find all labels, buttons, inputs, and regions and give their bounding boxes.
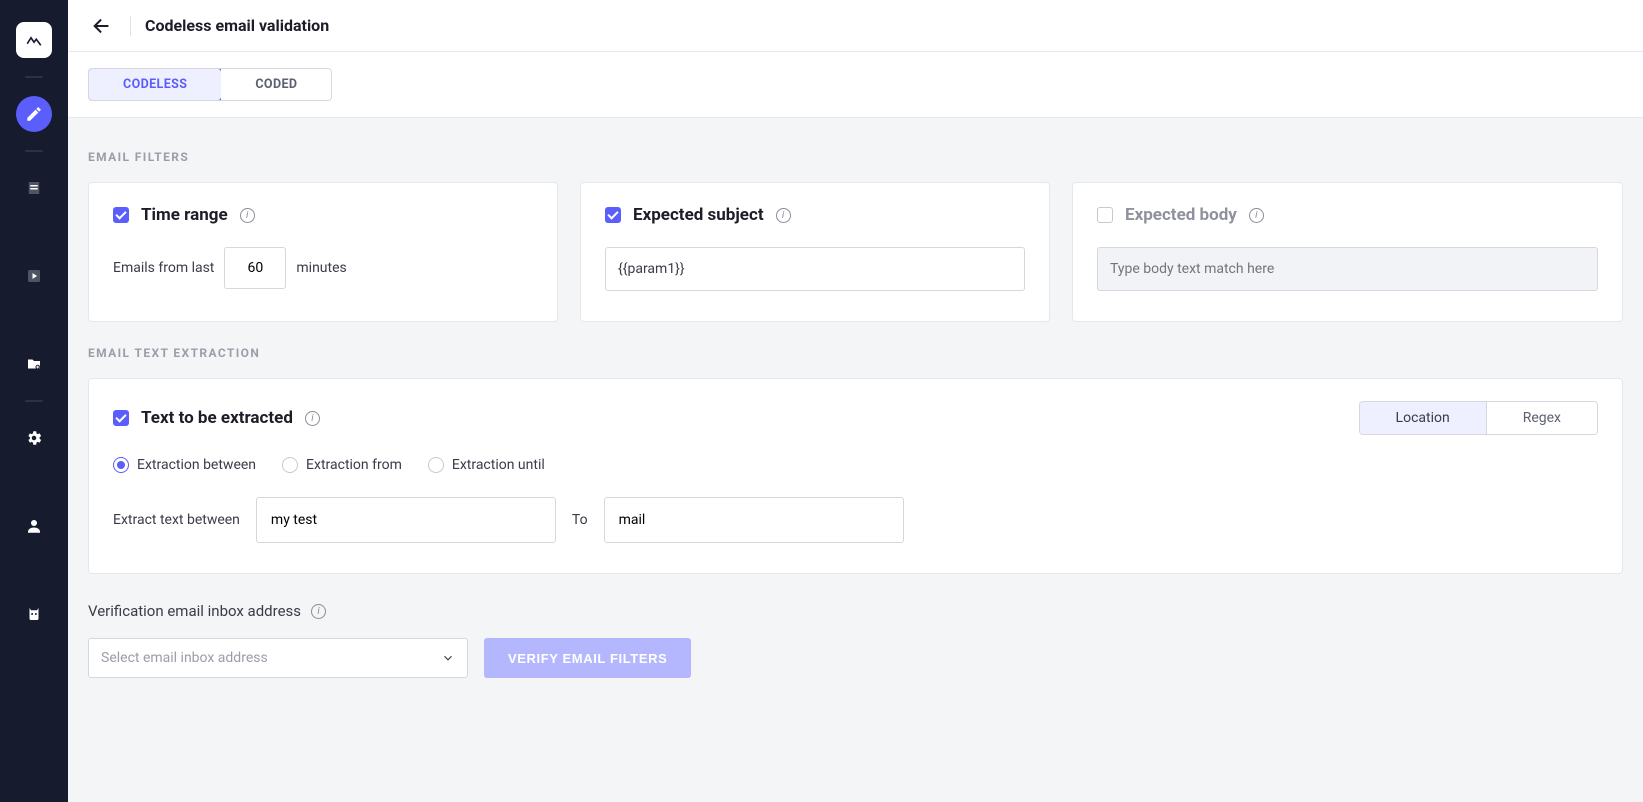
select-placeholder: Select email inbox address bbox=[101, 650, 268, 666]
radio-label: Extraction from bbox=[306, 457, 402, 473]
checkbox-expected-subject[interactable] bbox=[605, 207, 621, 223]
sidebar-item-settings[interactable] bbox=[16, 420, 52, 456]
checkbox-text-extracted[interactable] bbox=[113, 410, 129, 426]
chevron-down-icon bbox=[441, 651, 455, 665]
sidebar-separator bbox=[25, 400, 43, 402]
seg-location[interactable]: Location bbox=[1360, 402, 1486, 434]
time-range-prefix: Emails from last bbox=[113, 260, 214, 276]
page-title: Codeless email validation bbox=[145, 16, 329, 35]
extract-from-input[interactable] bbox=[256, 497, 556, 543]
card-title-text-extracted: Text to be extracted bbox=[141, 408, 293, 428]
sidebar-separator bbox=[25, 76, 43, 78]
mode-tabs: Codeless Coded bbox=[88, 68, 332, 101]
radio-extraction-until[interactable]: Extraction until bbox=[428, 457, 545, 473]
verify-email-filters-button: Verify email filters bbox=[484, 638, 691, 678]
sidebar-item-folder-settings[interactable] bbox=[16, 346, 52, 382]
sidebar bbox=[0, 0, 68, 802]
back-button[interactable] bbox=[88, 12, 116, 40]
expected-body-input bbox=[1097, 247, 1598, 291]
sidebar-item-play[interactable] bbox=[16, 258, 52, 294]
tab-coded[interactable]: Coded bbox=[221, 69, 331, 100]
card-title-time-range: Time range bbox=[141, 205, 228, 225]
topbar: Codeless email validation bbox=[68, 0, 1643, 52]
sidebar-item-user[interactable] bbox=[16, 508, 52, 544]
tabs-row: Codeless Coded bbox=[68, 52, 1643, 118]
radio-extraction-between[interactable]: Extraction between bbox=[113, 457, 256, 473]
radio-icon bbox=[428, 457, 444, 473]
time-range-minutes-input[interactable] bbox=[224, 247, 286, 289]
extract-to-label: To bbox=[572, 512, 588, 528]
expected-subject-input[interactable] bbox=[605, 247, 1025, 291]
sidebar-item-mascot[interactable] bbox=[16, 596, 52, 632]
seg-regex[interactable]: Regex bbox=[1486, 402, 1597, 434]
info-icon[interactable] bbox=[311, 604, 326, 619]
topbar-separator bbox=[130, 16, 131, 36]
checkbox-time-range[interactable] bbox=[113, 207, 129, 223]
verification-label: Verification email inbox address bbox=[88, 602, 301, 620]
content: Email filters Time range Emails from las… bbox=[68, 118, 1643, 738]
main: Codeless email validation Codeless Coded… bbox=[68, 0, 1643, 802]
extract-between-label: Extract text between bbox=[113, 512, 240, 528]
info-icon[interactable] bbox=[240, 208, 255, 223]
time-range-suffix: minutes bbox=[296, 260, 346, 276]
card-expected-body: Expected body bbox=[1072, 182, 1623, 322]
card-expected-subject: Expected subject bbox=[580, 182, 1050, 322]
card-extraction: Text to be extracted Location Regex Extr… bbox=[88, 378, 1623, 574]
radio-icon bbox=[282, 457, 298, 473]
tab-codeless[interactable]: Codeless bbox=[88, 68, 222, 101]
card-time-range: Time range Emails from last minutes bbox=[88, 182, 558, 322]
section-extraction-label: Email text extraction bbox=[88, 346, 1623, 360]
inbox-address-select[interactable]: Select email inbox address bbox=[88, 638, 468, 678]
radio-extraction-from[interactable]: Extraction from bbox=[282, 457, 402, 473]
info-icon[interactable] bbox=[1249, 208, 1264, 223]
sidebar-item-document[interactable] bbox=[16, 170, 52, 206]
radio-icon bbox=[113, 457, 129, 473]
sidebar-logo[interactable] bbox=[16, 22, 52, 58]
radio-label: Extraction until bbox=[452, 457, 545, 473]
sidebar-separator bbox=[25, 150, 43, 152]
card-title-expected-subject: Expected subject bbox=[633, 205, 764, 225]
extract-to-input[interactable] bbox=[604, 497, 904, 543]
sidebar-item-edit[interactable] bbox=[16, 96, 52, 132]
radio-label: Extraction between bbox=[137, 457, 256, 473]
info-icon[interactable] bbox=[305, 411, 320, 426]
checkbox-expected-body[interactable] bbox=[1097, 207, 1113, 223]
filter-cards-row: Time range Emails from last minutes Expe… bbox=[88, 182, 1623, 322]
info-icon[interactable] bbox=[776, 208, 791, 223]
section-filters-label: Email filters bbox=[88, 150, 1623, 164]
extraction-mode-segmented: Location Regex bbox=[1359, 401, 1598, 435]
card-title-expected-body: Expected body bbox=[1125, 205, 1237, 225]
